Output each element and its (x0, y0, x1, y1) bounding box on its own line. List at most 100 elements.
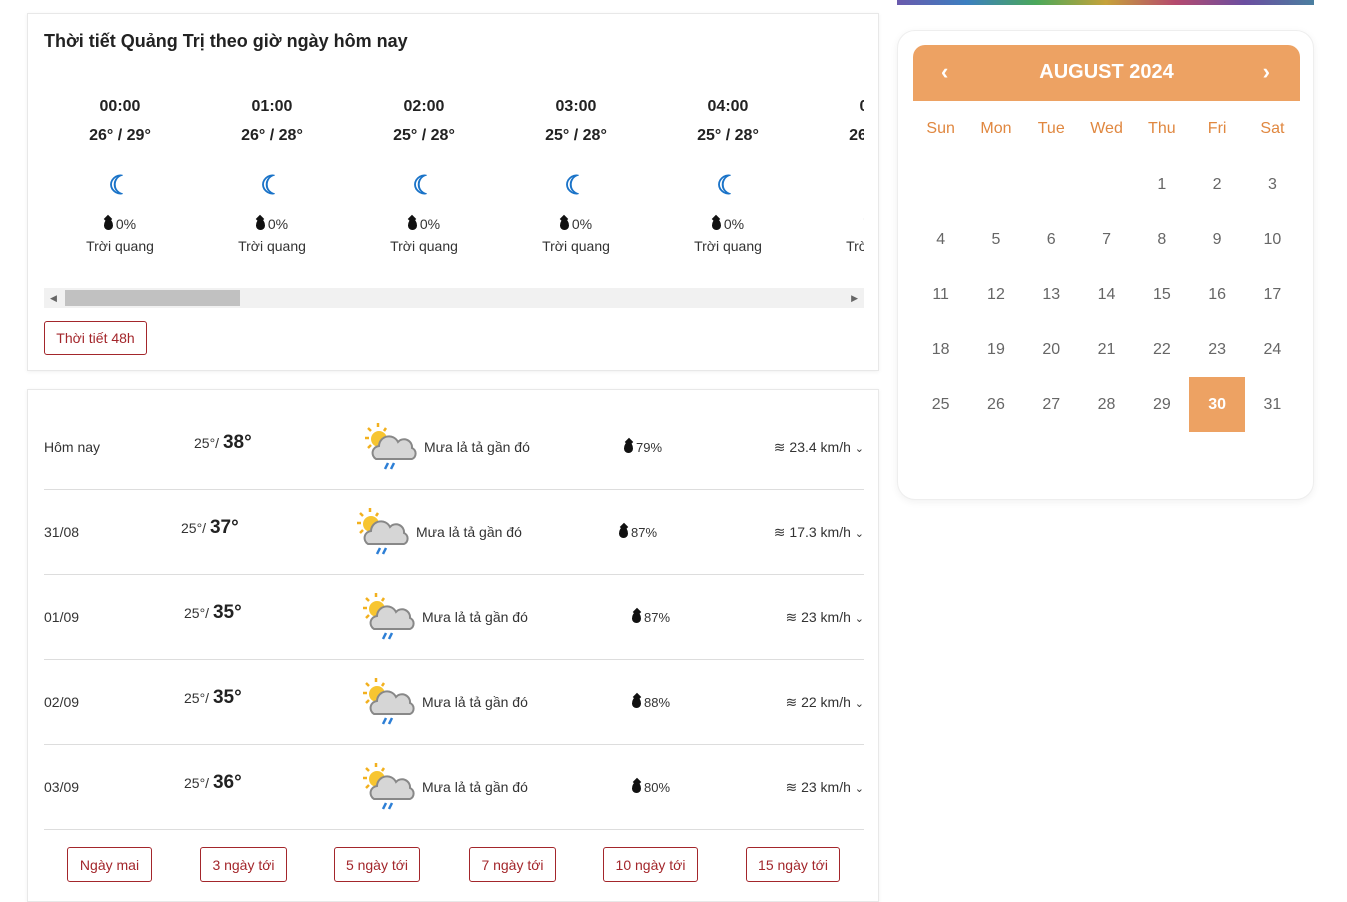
scrollbar-thumb[interactable] (65, 290, 240, 306)
partly-cloudy-rain-icon (364, 421, 420, 471)
raindrop-icon (619, 527, 628, 538)
weekday-label: Sat (1260, 120, 1285, 137)
hourly-item: 02:00 25° / 28° ☾ 0% Trời quang (348, 98, 500, 254)
partly-cloudy-rain-icon (362, 676, 418, 726)
calendar-day[interactable]: 15 (1134, 267, 1189, 322)
calendar-day[interactable]: 25 (913, 377, 968, 432)
daily-row[interactable]: 03/09 25°/ 36° Mưa lả tả gần đó 80% ≋ 23… (44, 745, 864, 830)
chevron-down-icon[interactable]: ⌄ (855, 698, 864, 710)
wind-icon: ≋ (773, 439, 790, 455)
calendar-day[interactable]: 27 (1024, 377, 1079, 432)
calendar-day[interactable]: 8 (1134, 212, 1189, 267)
calendar-day[interactable]: 23 (1189, 322, 1244, 377)
calendar-day[interactable]: 9 (1189, 212, 1244, 267)
raindrop-icon (632, 697, 641, 708)
calendar-day[interactable]: 21 (1079, 322, 1134, 377)
calendar-day-selected[interactable]: 30 (1189, 377, 1245, 432)
calendar-header: ‹ AUGUST 2024 › (913, 45, 1300, 101)
moon-icon: ☾ (260, 170, 284, 200)
hour-temp: 25° / 28° (393, 127, 455, 144)
calendar-day[interactable]: 4 (913, 212, 968, 267)
calendar-day[interactable]: 29 (1134, 377, 1189, 432)
calendar-day[interactable]: 16 (1189, 267, 1244, 322)
daily-row[interactable]: 02/09 25°/ 35° Mưa lả tả gần đó 88% ≋ 22… (44, 660, 864, 745)
calendar-day[interactable]: 18 (913, 322, 968, 377)
horizontal-scrollbar[interactable]: ◀ ▶ (44, 288, 864, 308)
scroll-right-arrow-icon[interactable]: ▶ (851, 293, 858, 304)
forecast-range-button[interactable]: 10 ngày tới (603, 847, 698, 882)
daily-row[interactable]: 31/08 25°/ 37° Mưa lả tả gần đó 87% ≋ 17… (44, 490, 864, 575)
chevron-down-icon[interactable]: ⌄ (855, 613, 864, 625)
calendar-day[interactable]: 3 (1245, 157, 1300, 212)
temp-high: 35° (212, 602, 242, 623)
calendar-day[interactable]: 6 (1024, 212, 1079, 267)
hourly-item: 04:00 25° / 28° ☾ 0% Trời quang (652, 98, 804, 254)
hourly-forecast-card: Thời tiết Quảng Trị theo giờ ngày hôm na… (27, 13, 879, 371)
temp-low: 25° (181, 520, 203, 536)
day-date: 31/08 (44, 524, 80, 540)
raindrop-icon (559, 219, 569, 230)
calendar-day[interactable]: 14 (1079, 267, 1134, 322)
hour-temp: 26° / 28° (849, 127, 864, 144)
hour-condition: Trời quang (846, 238, 864, 254)
weather-48h-button[interactable]: Thời tiết 48h (44, 321, 147, 355)
calendar-day[interactable]: 2 (1189, 157, 1244, 212)
calendar-day[interactable]: 17 (1245, 267, 1300, 322)
calendar-day[interactable]: 24 (1245, 322, 1300, 377)
hourly-scroll-area[interactable]: 00:00 26° / 29° ☾ 0% Trời quang 01:00 26°… (44, 98, 864, 278)
forecast-range-button[interactable]: 3 ngày tới (200, 847, 287, 882)
empty-cell (1024, 157, 1079, 212)
chevron-down-icon[interactable]: ⌄ (855, 783, 864, 795)
forecast-range-button[interactable]: 5 ngày tới (334, 847, 420, 882)
daily-row[interactable]: 01/09 25°/ 35° Mưa lả tả gần đó 87% ≋ 23… (44, 575, 864, 660)
calendar-day[interactable]: 28 (1079, 377, 1134, 432)
calendar: ‹ AUGUST 2024 › Sun Mon Tue Wed Thu Fri Sat 1 2 3… (897, 30, 1314, 500)
forecast-range-button[interactable]: 7 ngày tới (469, 847, 556, 882)
hour-time: 05:00 (859, 98, 864, 115)
empty-cell (1079, 157, 1134, 212)
hour-condition: Trời quang (390, 238, 458, 254)
rain-chance: 0% (267, 216, 289, 232)
scroll-left-arrow-icon[interactable]: ◀ (50, 293, 57, 304)
hour-temp: 26° / 29° (89, 127, 151, 144)
forecast-range-button[interactable]: Ngày mai (67, 847, 152, 882)
calendar-day[interactable]: 10 (1245, 212, 1300, 267)
weekday-label: Sun (926, 120, 955, 137)
hour-time: 03:00 (555, 98, 597, 115)
chevron-down-icon[interactable]: ⌄ (855, 528, 864, 540)
calendar-day[interactable]: 12 (968, 267, 1023, 322)
temp-low: 25° (194, 435, 216, 451)
calendar-day[interactable]: 19 (968, 322, 1023, 377)
day-date: 02/09 (44, 694, 80, 710)
calendar-day[interactable]: 26 (968, 377, 1023, 432)
partly-cloudy-rain-icon (362, 591, 418, 641)
calendar-day[interactable]: 22 (1134, 322, 1189, 377)
temp-low: 25° (184, 605, 206, 621)
day-date: 01/09 (44, 609, 80, 625)
day-condition: Mưa lả tả gần đó (424, 439, 530, 455)
moon-icon: ☾ (804, 172, 864, 216)
chevron-down-icon[interactable]: ⌄ (855, 443, 864, 455)
rain-chance: 0% (115, 216, 137, 232)
daily-row[interactable]: Hôm nay 25°/ 38° Mưa lả tả gần đó 79% ≋ … (44, 405, 864, 490)
calendar-day[interactable]: 1 (1134, 157, 1189, 212)
forecast-range-button[interactable]: 15 ngày tới (746, 847, 840, 882)
weekday-label: Tue (1037, 120, 1065, 137)
calendar-day[interactable]: 31 (1245, 377, 1300, 432)
raindrop-icon (255, 219, 265, 230)
next-month-button[interactable]: › (1263, 59, 1270, 85)
calendar-day[interactable]: 13 (1024, 267, 1079, 322)
hour-temp: 25° / 28° (697, 127, 759, 144)
moon-icon: ☾ (564, 170, 588, 200)
wind-speed: 23 km/h (801, 779, 851, 795)
calendar-day[interactable]: 5 (968, 212, 1023, 267)
wind-speed: 17.3 km/h (789, 524, 851, 540)
hour-time: 02:00 (403, 98, 445, 115)
daily-forecast-card: Hôm nay 25°/ 38° Mưa lả tả gần đó 79% ≋ … (27, 389, 879, 902)
hourly-title: Thời tiết Quảng Trị theo giờ ngày hôm na… (44, 31, 408, 51)
calendar-day[interactable]: 11 (913, 267, 968, 322)
day-date: Hôm nay (44, 439, 101, 455)
wind-speed: 22 km/h (801, 694, 851, 710)
calendar-day[interactable]: 7 (1079, 212, 1134, 267)
calendar-day[interactable]: 20 (1024, 322, 1079, 377)
